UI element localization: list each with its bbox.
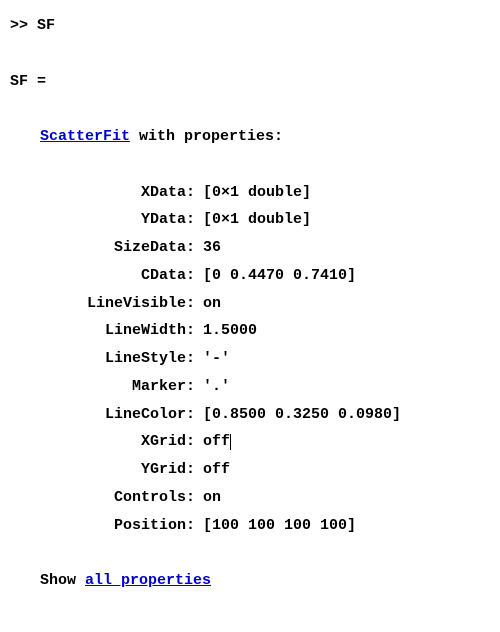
property-row: SizeData:36 <box>10 234 490 262</box>
show-all-line: Show all properties <box>10 567 490 595</box>
command-line: >> SF <box>10 12 490 40</box>
property-label: XGrid: <box>10 428 195 456</box>
property-value: off <box>195 428 231 456</box>
property-row: YGrid:off <box>10 456 490 484</box>
property-row: Position:[100 100 100 100] <box>10 512 490 540</box>
property-label: LineWidth: <box>10 317 195 345</box>
matlab-console-output: >> SF SF = ScatterFit with properties: X… <box>0 0 500 607</box>
property-row: XGrid:off <box>10 428 490 456</box>
property-value: 36 <box>195 234 221 262</box>
property-label: Marker: <box>10 373 195 401</box>
property-row: LineStyle:'-' <box>10 345 490 373</box>
property-row: LineColor:[0.8500 0.3250 0.0980] <box>10 401 490 429</box>
class-link[interactable]: ScatterFit <box>40 123 130 151</box>
property-row: Marker:'.' <box>10 373 490 401</box>
property-row: LineVisible:on <box>10 290 490 318</box>
property-row: CData:[0 0.4470 0.7410] <box>10 262 490 290</box>
property-label: CData: <box>10 262 195 290</box>
property-value: [0×1 double] <box>195 179 311 207</box>
prompt-prefix: >> <box>10 12 37 40</box>
property-label: YGrid: <box>10 456 195 484</box>
property-value: on <box>195 290 221 318</box>
property-label: LineColor: <box>10 401 195 429</box>
all-properties-link[interactable]: all properties <box>85 567 211 595</box>
property-value: [0×1 double] <box>195 206 311 234</box>
property-label: YData: <box>10 206 195 234</box>
property-label: SizeData: <box>10 234 195 262</box>
show-prefix: Show <box>40 567 85 595</box>
property-label: LineVisible: <box>10 290 195 318</box>
property-value: on <box>195 484 221 512</box>
property-label: XData: <box>10 179 195 207</box>
property-value: [0 0.4470 0.7410] <box>195 262 356 290</box>
echo-equals: = <box>28 68 46 96</box>
property-value: [100 100 100 100] <box>195 512 356 540</box>
command-text: SF <box>37 12 55 40</box>
property-value: 1.5000 <box>195 317 257 345</box>
property-row: LineWidth:1.5000 <box>10 317 490 345</box>
property-value: '-' <box>195 345 230 373</box>
text-caret <box>230 434 231 451</box>
class-suffix: with properties: <box>130 123 283 151</box>
property-value: off <box>195 456 230 484</box>
property-row: Controls:on <box>10 484 490 512</box>
property-row: YData:[0×1 double] <box>10 206 490 234</box>
echo-var: SF <box>10 68 28 96</box>
property-row: XData:[0×1 double] <box>10 179 490 207</box>
property-value: '.' <box>195 373 230 401</box>
properties-block: XData:[0×1 double] YData:[0×1 double] Si… <box>10 179 490 540</box>
property-value: [0.8500 0.3250 0.0980] <box>195 401 401 429</box>
property-label: Controls: <box>10 484 195 512</box>
property-label: Position: <box>10 512 195 540</box>
property-label: LineStyle: <box>10 345 195 373</box>
class-header: ScatterFit with properties: <box>10 123 490 151</box>
output-var-echo: SF = <box>10 68 490 96</box>
